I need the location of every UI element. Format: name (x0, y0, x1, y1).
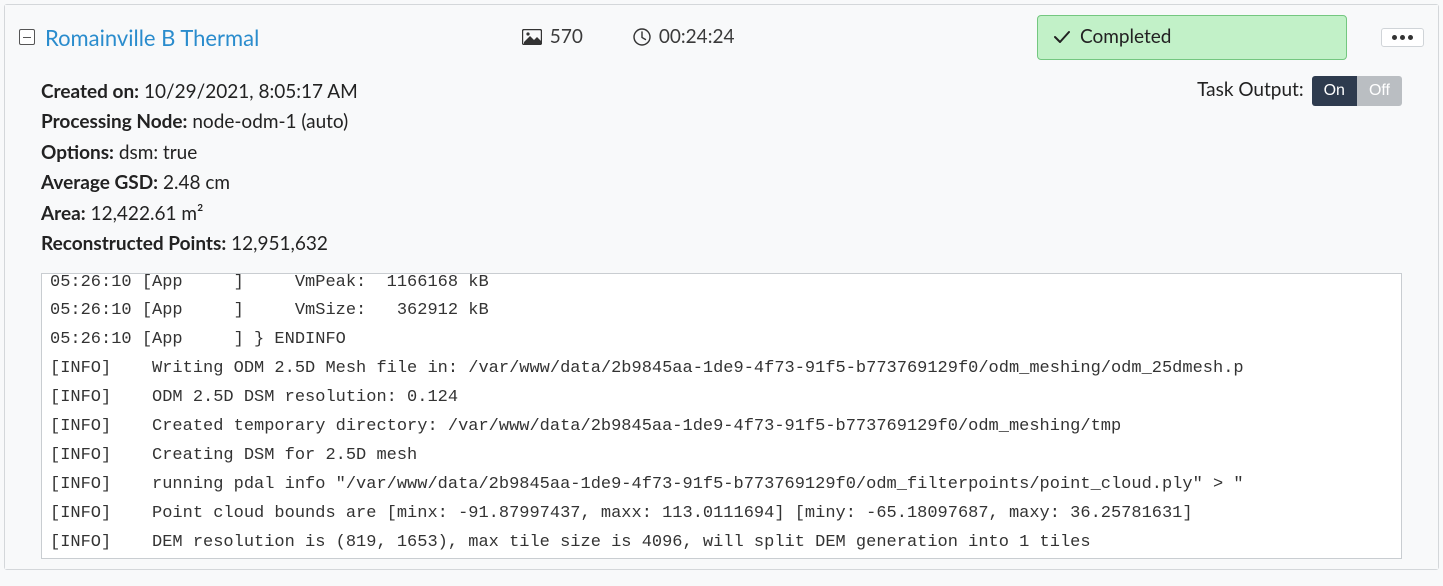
console-output: 05:26:10 [App ] VmPeak: 1166168 kB 05:26… (41, 273, 1402, 559)
ellipsis-icon (1392, 35, 1397, 40)
detail-processing-node: Processing Node: node-odm-1 (auto) (41, 108, 1197, 137)
status-badge: Completed (1037, 15, 1347, 60)
processing-node-value: node-odm-1 (auto) (192, 110, 348, 133)
avg-gsd-value: 2.48 cm (163, 171, 230, 194)
recon-points-label: Reconstructed Points: (41, 232, 226, 255)
task-panel: Romainville B Thermal 570 00:24:24 Compl… (4, 4, 1439, 570)
task-menu-button[interactable] (1381, 28, 1424, 47)
minus-icon (23, 37, 31, 39)
detail-recon-points: Reconstructed Points: 12,951,632 (41, 230, 1197, 259)
image-count-value: 570 (550, 23, 583, 52)
output-on-button[interactable]: On (1312, 76, 1357, 106)
detail-options: Options: dsm: true (41, 139, 1197, 168)
image-icon (522, 29, 542, 45)
duration-stat: 00:24:24 (633, 23, 735, 52)
task-output-toggle: Task Output: On Off (1197, 76, 1402, 106)
duration-value: 00:24:24 (659, 23, 735, 52)
detail-created-on: Created on: 10/29/2021, 8:05:17 AM (41, 78, 1197, 107)
created-on-value: 10/29/2021, 8:05:17 AM (144, 80, 358, 103)
task-title-link[interactable]: Romainville B Thermal (45, 21, 259, 54)
avg-gsd-label: Average GSD: (41, 171, 158, 194)
detail-area: Area: 12,422.61 m² (41, 200, 1197, 229)
options-value: dsm: true (119, 141, 197, 164)
options-label: Options: (41, 141, 114, 164)
task-header: Romainville B Thermal 570 00:24:24 Compl… (5, 5, 1438, 70)
task-details: Created on: 10/29/2021, 8:05:17 AM Proce… (5, 70, 1438, 569)
detail-avg-gsd: Average GSD: 2.48 cm (41, 169, 1197, 198)
created-on-label: Created on: (41, 80, 139, 103)
output-off-button[interactable]: Off (1357, 76, 1402, 106)
area-label: Area: (41, 202, 86, 225)
image-count-stat: 570 (522, 23, 583, 52)
clock-icon (633, 28, 651, 46)
task-output-label: Task Output: (1197, 76, 1304, 105)
collapse-toggle[interactable] (19, 29, 35, 45)
check-icon (1054, 30, 1070, 44)
console-text[interactable]: 05:26:10 [App ] VmPeak: 1166168 kB 05:26… (42, 274, 1401, 558)
recon-points-value: 12,951,632 (231, 232, 328, 255)
processing-node-label: Processing Node: (41, 110, 187, 133)
status-label: Completed (1080, 23, 1171, 52)
area-value: 12,422.61 m² (91, 202, 204, 225)
